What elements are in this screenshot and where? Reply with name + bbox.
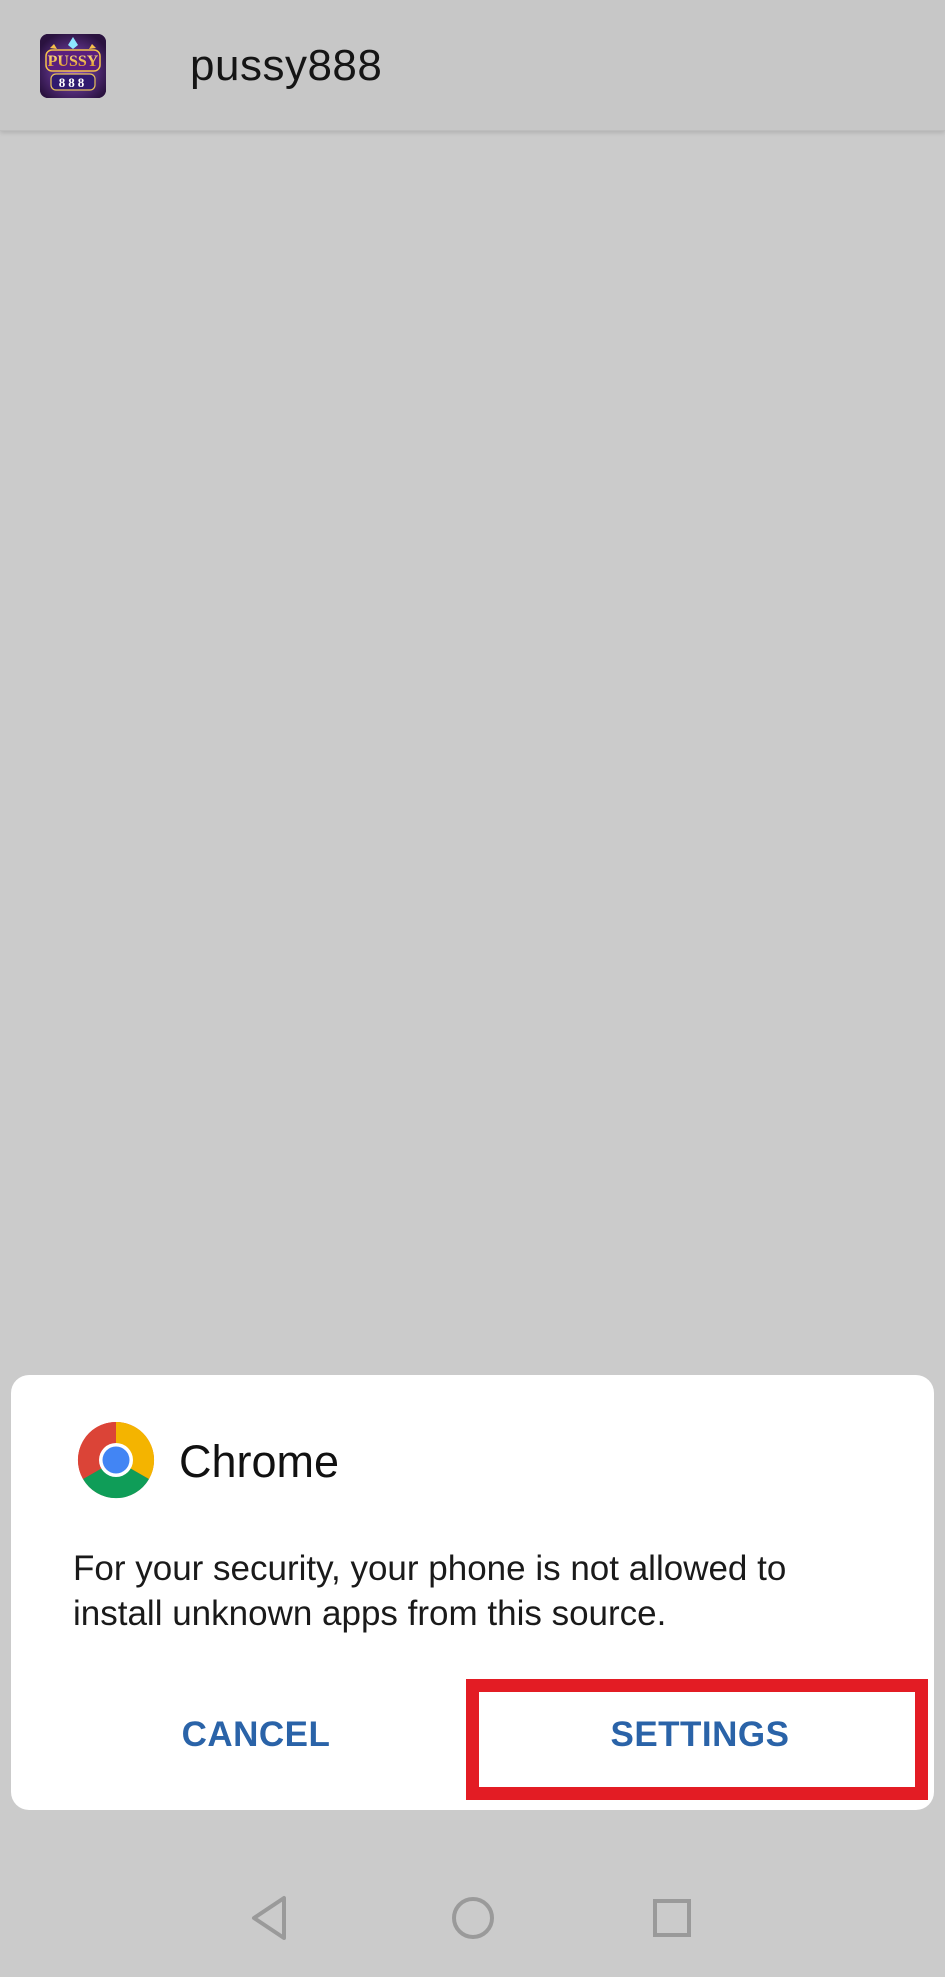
home-icon[interactable] [443, 1888, 503, 1948]
logo-text-top: PUSSY [48, 53, 99, 70]
pussy888-app-icon: PUSSY 888 [40, 34, 106, 98]
system-navigation-bar [0, 1860, 945, 1977]
settings-button[interactable]: SETTINGS [476, 1693, 924, 1777]
app-title: pussy888 [190, 41, 383, 90]
back-icon[interactable] [240, 1888, 300, 1948]
cancel-button[interactable]: CANCEL [71, 1693, 441, 1777]
chrome-icon [77, 1421, 155, 1499]
logo-text-bottom: 888 [59, 75, 88, 90]
unknown-apps-dialog: Chrome For your security, your phone is … [11, 1375, 934, 1810]
dialog-message: For your security, your phone is not all… [73, 1549, 787, 1633]
app-bar: PUSSY 888 pussy888 [0, 0, 945, 131]
recents-icon[interactable] [642, 1888, 702, 1948]
pussy888-logo-icon: PUSSY 888 [40, 34, 106, 98]
dialog-title: Chrome [179, 1436, 340, 1487]
